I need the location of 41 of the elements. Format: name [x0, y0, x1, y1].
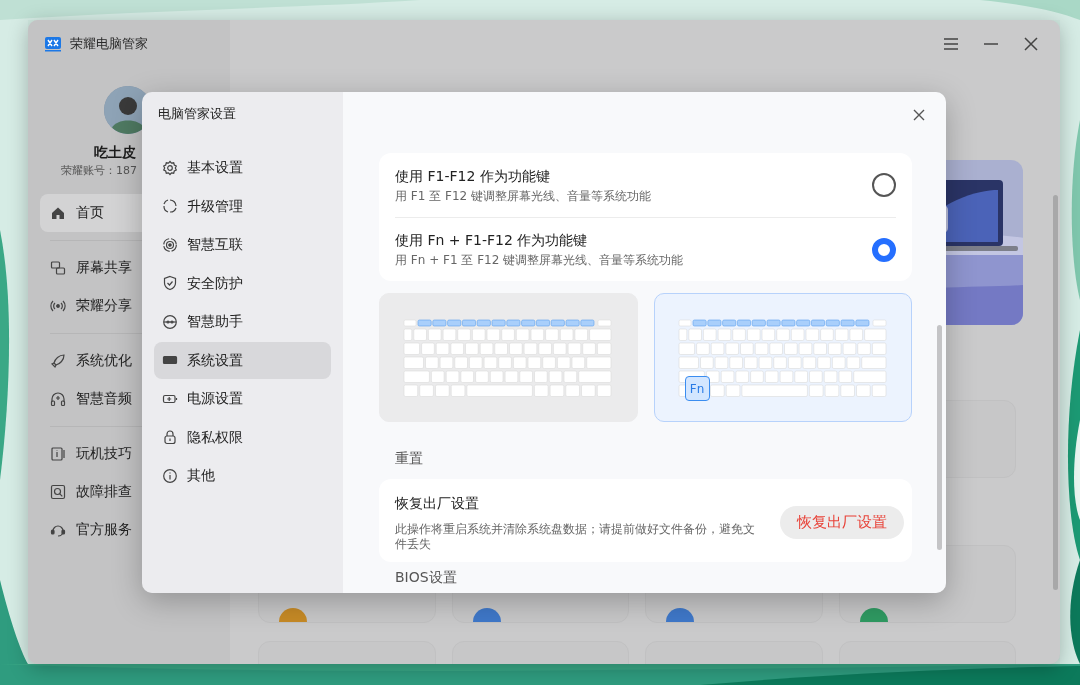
headphones-icon	[50, 390, 66, 407]
shield-icon	[162, 275, 178, 292]
option-description: 用 F1 至 F12 键调整屏幕光线、音量等系统功能	[395, 187, 651, 205]
option-description: 用 Fn + F1 至 F12 键调整屏幕光线、音量等系统功能	[395, 252, 684, 269]
fn-key: Fn	[684, 376, 710, 401]
target-icon	[162, 236, 178, 253]
menu-icon[interactable]	[942, 35, 960, 53]
info-card-icon	[50, 445, 66, 462]
rocket-icon	[50, 352, 66, 369]
settings-menu-item[interactable]: 智慧助手	[154, 303, 331, 340]
reset-description: 此操作将重启系统并清除系统盘数据；请提前做好文件备份，避免文件丢失	[395, 522, 756, 552]
settings-menu-item[interactable]: 隐私权限	[154, 419, 331, 456]
info-icon	[162, 467, 178, 484]
search-icon	[50, 483, 66, 500]
account-number: 荣耀账号：187	[61, 163, 137, 179]
settings-icon	[162, 159, 178, 176]
scrollbar[interactable]	[1053, 195, 1058, 590]
app-title: 荣耀电脑管家	[70, 35, 148, 54]
lock-icon	[162, 429, 178, 446]
section-heading: BIOS设置	[394, 570, 458, 586]
keyboard-option[interactable]	[379, 293, 638, 422]
radio-button[interactable]	[872, 237, 896, 262]
option-title: 使用 F1-F12 作为功能键	[395, 166, 551, 186]
settings-menu-item[interactable]: 其他	[154, 457, 331, 494]
user-name: 吃土皮	[94, 143, 136, 162]
refresh-icon	[162, 198, 178, 215]
close-icon[interactable]	[1022, 35, 1040, 53]
settings-menu-item[interactable]: 电源设置	[154, 380, 331, 417]
option-title: 使用 Fn + F1-F12 作为功能键	[395, 231, 589, 250]
radio-button[interactable]	[872, 173, 896, 197]
nav-item[interactable]: 官方服务	[40, 510, 218, 549]
section-heading: 重置	[394, 449, 424, 468]
screen-share-icon	[50, 259, 66, 276]
scrollbar[interactable]	[937, 325, 942, 550]
reset-title: 恢复出厂设置	[395, 494, 480, 513]
settings-menu-item[interactable]: 安全防护	[154, 265, 331, 302]
dialog-title: 电脑管家设置	[157, 105, 237, 123]
logo-icon	[44, 36, 62, 52]
settings-menu-item[interactable]: 系统设置	[154, 342, 331, 379]
assistant-icon	[162, 313, 178, 330]
settings-menu-item[interactable]: 基本设置	[154, 149, 331, 186]
